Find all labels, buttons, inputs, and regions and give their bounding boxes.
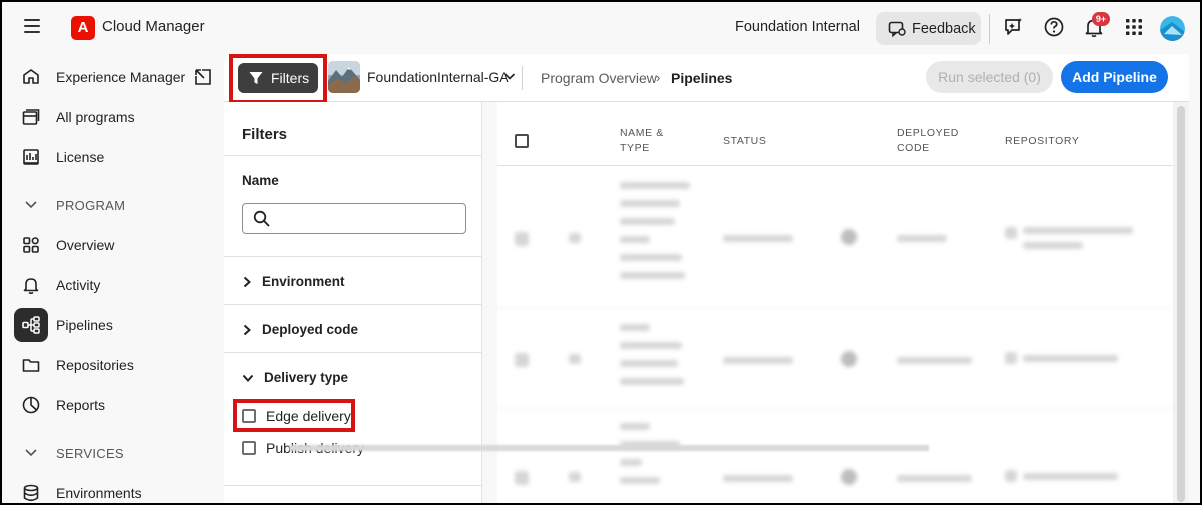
main-content: Filters FoundationInternal-GA Program Ov… xyxy=(224,54,1189,503)
sidebar-item-overview[interactable]: Overview xyxy=(14,227,219,263)
help-icon[interactable] xyxy=(1043,16,1065,38)
horizontal-scrollbar[interactable] xyxy=(289,445,929,451)
folder-icon xyxy=(14,348,48,382)
sidebar-item-experience-manager[interactable]: Experience Manager xyxy=(14,59,219,95)
sidebar-item-label: Environments xyxy=(56,485,142,501)
checkbox-box[interactable] xyxy=(242,441,256,455)
sidebar-item-label: Activity xyxy=(56,277,101,293)
sidebar-item-license[interactable]: License xyxy=(14,139,219,175)
table-row[interactable] xyxy=(497,409,1173,503)
section-label: SERVICES xyxy=(56,445,124,461)
filter-section-delivery-type[interactable]: Delivery type xyxy=(242,370,348,385)
sidebar-item-label: Repositories xyxy=(56,357,134,373)
experience-manager-icon xyxy=(14,60,48,94)
breadcrumb-program-overview[interactable]: Program Overview xyxy=(541,70,657,86)
programs-icon xyxy=(14,100,48,134)
sidebar-item-pipelines[interactable]: Pipelines xyxy=(14,307,219,343)
feedback-button[interactable]: Feedback xyxy=(876,12,981,45)
app-title[interactable]: Cloud Manager xyxy=(102,18,205,35)
user-avatar[interactable] xyxy=(1160,16,1185,41)
run-selected-button[interactable]: Run selected (0) xyxy=(926,61,1053,93)
chevron-down-icon[interactable] xyxy=(504,72,516,81)
sidebar-item-repositories[interactable]: Repositories xyxy=(14,347,219,383)
sidebar-item-label: Overview xyxy=(56,237,115,253)
chevron-down-icon xyxy=(14,448,48,458)
sidebar-item-reports[interactable]: Reports xyxy=(14,387,219,423)
feedback-icon xyxy=(888,21,906,37)
divider xyxy=(224,485,482,486)
column-header-name-type[interactable]: NAME & TYPE xyxy=(620,126,680,156)
database-icon xyxy=(14,476,48,503)
pipelines-icon xyxy=(14,308,48,342)
sidebar-item-environments[interactable]: Environments xyxy=(14,475,219,503)
program-selector[interactable]: FoundationInternal-GA xyxy=(367,69,509,85)
chevron-right-icon xyxy=(243,276,251,287)
menu-icon[interactable] xyxy=(24,19,40,33)
org-name[interactable]: Foundation Internal xyxy=(735,19,860,35)
highlight-box xyxy=(233,399,355,432)
chevron-down-icon xyxy=(14,200,48,210)
sidebar-item-label: Reports xyxy=(56,397,106,413)
external-link-icon xyxy=(195,69,211,85)
table-row[interactable] xyxy=(497,167,1173,309)
sidebar-item-all-programs[interactable]: All programs xyxy=(14,99,219,135)
sidebar-item-activity[interactable]: Activity xyxy=(14,267,219,303)
table-header: NAME & TYPE STATUS DEPLOYED CODE REPOSIT… xyxy=(497,102,1173,166)
divider xyxy=(224,304,482,305)
feedback-label: Feedback xyxy=(912,20,976,37)
filters-panel-title: Filters xyxy=(242,126,288,143)
name-filter-label: Name xyxy=(242,173,279,188)
breadcrumb-pipelines: Pipelines xyxy=(671,70,733,86)
license-icon xyxy=(14,140,48,174)
filter-section-deployed-code[interactable]: Deployed code xyxy=(242,322,358,337)
column-header-status[interactable]: STATUS xyxy=(723,134,766,149)
chevron-down-icon xyxy=(242,374,254,382)
sidebar-section-program[interactable]: PROGRAM xyxy=(14,190,219,220)
divider xyxy=(989,14,990,44)
column-header-repository[interactable]: REPOSITORY xyxy=(1005,134,1079,149)
sidebar-item-label: License xyxy=(56,149,105,165)
notification-badge: 9+ xyxy=(1092,12,1110,26)
adobe-logo-icon: A xyxy=(71,16,95,40)
highlight-box xyxy=(229,54,327,104)
sidebar-section-services[interactable]: SERVICES xyxy=(14,438,219,468)
apps-grid-icon[interactable] xyxy=(1123,16,1145,38)
name-search-field[interactable] xyxy=(242,203,466,234)
select-all-checkbox[interactable] xyxy=(515,134,529,148)
sidebar-item-label: Experience Manager xyxy=(56,69,186,85)
program-thumbnail xyxy=(328,61,360,93)
toolbar: Filters FoundationInternal-GA Program Ov… xyxy=(224,54,1189,104)
sidebar: Experience Manager All programs License … xyxy=(2,54,224,503)
overview-icon xyxy=(14,228,48,262)
section-label: Environment xyxy=(262,274,345,289)
chevron-right-icon xyxy=(243,324,251,335)
divider xyxy=(522,66,523,90)
app-window: A Cloud Manager Foundation Internal Feed… xyxy=(0,0,1202,505)
add-pipeline-button[interactable]: Add Pipeline xyxy=(1061,61,1168,93)
sidebar-item-label: Pipelines xyxy=(56,317,113,333)
section-label: Delivery type xyxy=(264,370,349,385)
search-icon xyxy=(253,210,270,227)
top-bar: A Cloud Manager Foundation Internal Feed… xyxy=(2,2,1200,54)
table-row[interactable] xyxy=(497,309,1173,409)
column-header-deployed-code[interactable]: DEPLOYED CODE xyxy=(897,126,958,156)
bell-icon xyxy=(14,268,48,302)
scrollbar-thumb[interactable] xyxy=(1177,106,1185,502)
divider xyxy=(224,155,482,156)
divider xyxy=(224,256,482,257)
divider xyxy=(224,352,482,353)
section-label: Deployed code xyxy=(262,322,359,337)
filter-section-environment[interactable]: Environment xyxy=(242,274,345,289)
sidebar-item-label: All programs xyxy=(56,109,135,125)
section-label: PROGRAM xyxy=(56,197,126,213)
chat-sparkle-icon[interactable] xyxy=(1003,16,1025,38)
chevron-right-icon: › xyxy=(656,70,661,85)
search-input[interactable] xyxy=(278,211,458,226)
reports-icon xyxy=(14,388,48,422)
